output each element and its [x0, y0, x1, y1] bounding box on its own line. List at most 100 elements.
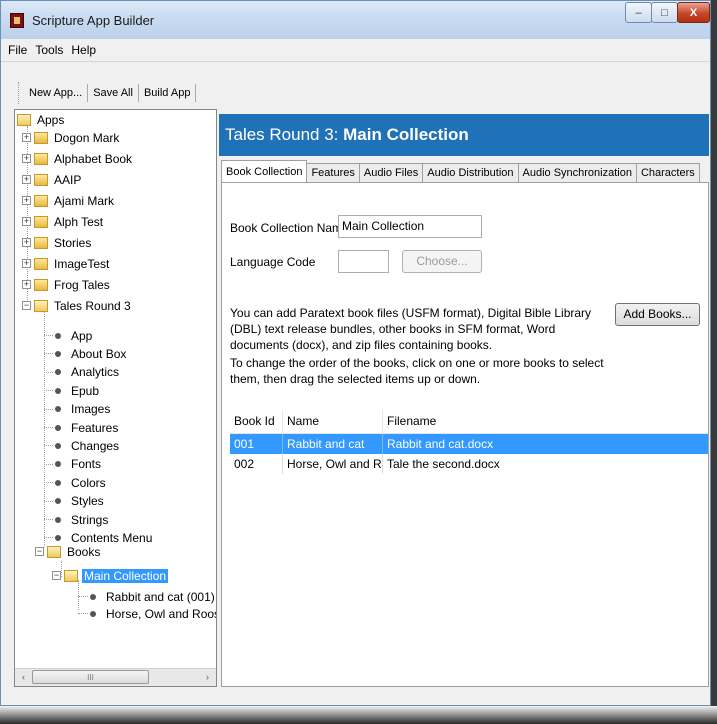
tree-item-books[interactable]: Books [65, 545, 102, 559]
folder-icon [34, 215, 48, 228]
books-table: Book Id Name Filename 001 Rabbit and cat R… [230, 410, 708, 474]
tab-book-collection[interactable]: Book Collection [221, 160, 308, 182]
save-all-button[interactable]: Save All [89, 85, 137, 101]
collapse-icon[interactable]: − [22, 301, 31, 310]
menu-file[interactable]: File [4, 43, 31, 57]
collapse-icon[interactable]: − [52, 571, 61, 580]
expand-icon[interactable]: + [22, 196, 31, 205]
bullet-icon [55, 479, 61, 486]
tab-strip: Book Collection Features Audio Files Aud… [221, 160, 700, 182]
menu-bar: File Tools Help [1, 39, 710, 62]
scroll-thumb[interactable]: III [32, 670, 149, 684]
column-filename[interactable]: Filename [383, 410, 708, 433]
tree-item-app[interactable]: ImageTest [52, 257, 111, 271]
choose-button[interactable]: Choose... [402, 250, 482, 273]
window-title: Scripture App Builder [32, 13, 155, 28]
menu-tools[interactable]: Tools [31, 43, 67, 57]
cell-book-id: 002 [230, 454, 283, 474]
tree-item-apps[interactable]: Apps [35, 113, 66, 127]
tree-item-app[interactable]: Ajami Mark [52, 194, 116, 208]
scroll-right-icon[interactable]: › [199, 669, 216, 685]
bullet-icon [55, 350, 61, 357]
expand-icon[interactable]: + [22, 154, 31, 163]
menu-help[interactable]: Help [67, 43, 100, 57]
tree-item-app[interactable]: Tales Round 3 [52, 299, 133, 313]
tree-item-book[interactable]: Horse, Owl and Rooster ( [104, 607, 216, 621]
column-book-id[interactable]: Book Id [230, 410, 283, 433]
tree-item-setting[interactable]: Styles [69, 494, 106, 508]
folder-icon [34, 194, 48, 207]
tree-item-main-collection[interactable]: Main Collection [82, 568, 169, 583]
tree-item-app[interactable]: Frog Tales [52, 278, 112, 292]
tree-item-setting[interactable]: Features [69, 421, 120, 435]
language-code-field[interactable] [338, 250, 389, 273]
tree-item-setting[interactable]: Changes [69, 439, 121, 453]
cell-book-id: 001 [230, 434, 283, 454]
folder-icon [34, 131, 48, 144]
help-text-reorder: To change the order of the books, click … [230, 356, 604, 386]
tree-item-app[interactable]: Alphabet Book [52, 152, 134, 166]
tree-item-app[interactable]: AAIP [52, 173, 83, 187]
folder-icon [34, 257, 48, 270]
tree-horizontal-scrollbar[interactable]: ‹ III › [15, 668, 216, 686]
language-code-label: Language Code [230, 255, 316, 269]
folder-icon [34, 236, 48, 249]
bullet-icon [90, 593, 96, 600]
folder-icon [34, 152, 48, 165]
expand-icon[interactable]: + [22, 238, 31, 247]
add-books-button[interactable]: Add Books... [615, 303, 700, 326]
tab-characters[interactable]: Characters [635, 163, 700, 182]
close-button[interactable]: X [677, 2, 710, 23]
bullet-icon [55, 387, 61, 394]
title-collection: Main Collection [343, 125, 469, 144]
expand-icon[interactable]: + [22, 217, 31, 226]
folder-icon [34, 278, 48, 291]
app-icon [10, 13, 24, 28]
page-title: Tales Round 3: Main Collection [219, 114, 709, 156]
tree-item-setting[interactable]: Fonts [69, 457, 103, 471]
tree-item-setting[interactable]: App [69, 329, 94, 343]
toolbar: New App... Save All Build App [1, 62, 710, 108]
book-collection-tab-content: Book Collection Name Main Collection Lan… [221, 182, 709, 687]
expand-icon[interactable]: + [22, 133, 31, 142]
bullet-icon [55, 332, 61, 339]
bullet-icon [55, 442, 61, 449]
folder-icon [17, 113, 31, 126]
expand-icon[interactable]: + [22, 175, 31, 184]
collapse-icon[interactable]: − [35, 547, 44, 556]
column-name[interactable]: Name [283, 410, 383, 433]
tree-item-setting[interactable]: Epub [69, 384, 101, 398]
help-text-add-books: You can add Paratext book files (USFM fo… [230, 306, 592, 352]
expand-icon[interactable]: + [22, 259, 31, 268]
table-row[interactable]: 001 Rabbit and cat Rabbit and cat.docx [230, 434, 708, 454]
tab-features[interactable]: Features [306, 163, 360, 182]
tree-item-app[interactable]: Dogon Mark [52, 131, 121, 145]
expand-icon[interactable]: + [22, 280, 31, 289]
tree-item-setting[interactable]: About Box [69, 347, 128, 361]
folder-icon [34, 173, 48, 186]
tree-item-setting[interactable]: Analytics [69, 365, 121, 379]
tree-item-book[interactable]: Rabbit and cat (001) [104, 590, 216, 604]
new-app-button[interactable]: New App... [25, 85, 86, 101]
maximize-button[interactable]: □ [651, 2, 678, 23]
scroll-left-icon[interactable]: ‹ [15, 669, 32, 685]
bullet-icon [55, 516, 61, 523]
cell-filename: Rabbit and cat.docx [387, 437, 494, 451]
build-app-button[interactable]: Build App [140, 85, 194, 101]
title-prefix: Tales Round 3: [225, 125, 344, 144]
tree-item-setting[interactable]: Strings [69, 513, 110, 527]
bullet-icon [55, 369, 61, 376]
tab-audio-distribution[interactable]: Audio Distribution [422, 163, 519, 182]
tree-item-app[interactable]: Alph Test [52, 215, 105, 229]
collection-name-field[interactable]: Main Collection [338, 215, 482, 238]
bullet-icon [90, 610, 96, 617]
title-bar[interactable]: Scripture App Builder – □ X [1, 1, 710, 40]
tree-item-setting[interactable]: Colors [69, 476, 108, 490]
tree-item-setting[interactable]: Images [69, 402, 112, 416]
minimize-button[interactable]: – [625, 2, 652, 23]
tab-audio-synchronization[interactable]: Audio Synchronization [517, 163, 637, 182]
tree-item-app[interactable]: Stories [52, 236, 93, 250]
project-tree[interactable]: Apps + Dogon Mark + Alphabet Book + AAIP + Ajam… [14, 109, 217, 687]
table-row[interactable]: 002Horse, Owl and Ro... Tale the second.d… [230, 454, 708, 474]
tab-audio-files[interactable]: Audio Files [358, 163, 424, 182]
